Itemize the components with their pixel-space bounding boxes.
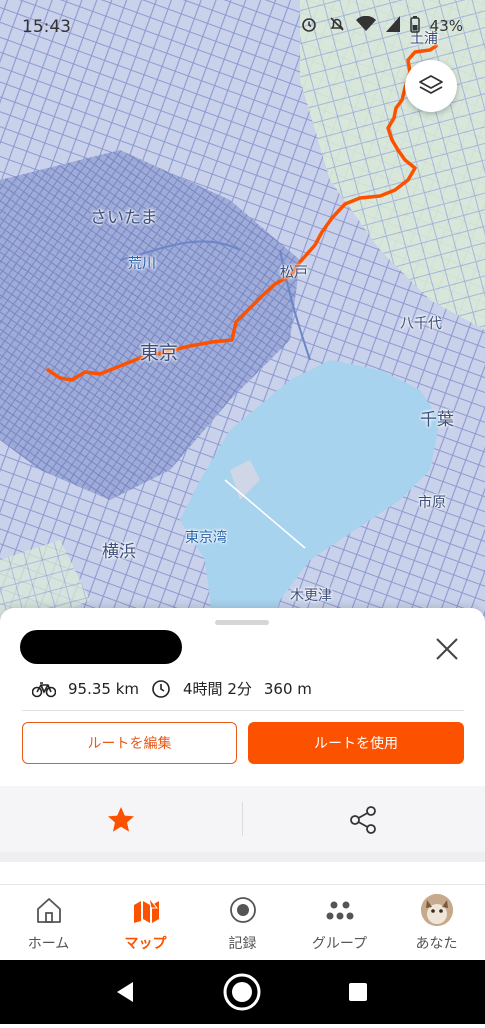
nav-home[interactable]: ホーム bbox=[0, 885, 97, 961]
mute-icon bbox=[328, 15, 346, 37]
signal-icon bbox=[385, 16, 400, 36]
back-icon[interactable] bbox=[117, 982, 133, 1002]
map-label-arakawa: 荒川 bbox=[128, 256, 156, 272]
map-label-kisarazu: 木更津 bbox=[290, 588, 332, 604]
bottom-nav: ホーム マップ 記録 グループ あなた bbox=[0, 884, 485, 961]
route-stats: 95.35 km 4時間 2分 360 m bbox=[32, 678, 312, 699]
edit-route-button[interactable]: ルートを編集 bbox=[22, 722, 237, 764]
bike-icon bbox=[32, 681, 56, 697]
route-detail-sheet[interactable]: 95.35 km 4時間 2分 360 m ルートを編集 ルートを使用 bbox=[0, 608, 485, 884]
action-separator bbox=[242, 802, 243, 836]
nav-home-label: ホーム bbox=[27, 936, 70, 952]
nav-record-label: 記録 bbox=[228, 936, 257, 952]
route-distance: 95.35 km bbox=[68, 679, 140, 698]
clock-icon bbox=[152, 679, 170, 698]
battery-percent: 43% bbox=[429, 17, 463, 35]
route-title-redacted bbox=[20, 630, 182, 664]
route-duration: 4時間 2分 bbox=[183, 680, 252, 698]
alarm-icon bbox=[300, 15, 318, 37]
layers-icon bbox=[419, 75, 443, 94]
nav-groups[interactable]: グループ bbox=[291, 885, 388, 961]
nav-map-label: マップ bbox=[124, 936, 167, 952]
close-button[interactable] bbox=[430, 632, 464, 666]
share-icon[interactable] bbox=[347, 804, 379, 836]
home-icon bbox=[37, 898, 61, 923]
close-icon bbox=[436, 638, 458, 660]
route-elevation: 360 m bbox=[263, 679, 312, 698]
status-time: 15:43 bbox=[22, 17, 71, 37]
map-label-matsudo: 松戸 bbox=[280, 265, 308, 281]
status-icons: 43% bbox=[300, 15, 463, 37]
record-icon bbox=[230, 897, 256, 923]
map-label-yokohama: 横浜 bbox=[102, 542, 136, 562]
map-label-tokyo: 東京 bbox=[140, 342, 179, 364]
battery-icon bbox=[409, 15, 420, 37]
section-divider bbox=[0, 852, 485, 862]
groups-icon bbox=[326, 901, 354, 920]
nav-map[interactable]: マップ bbox=[97, 885, 194, 961]
star-icon[interactable] bbox=[106, 805, 136, 835]
status-bar: 15:43 43% bbox=[0, 0, 485, 52]
map-label-saitama: さいたま bbox=[90, 208, 158, 228]
map-label-ichihara: 市原 bbox=[418, 495, 446, 511]
map-label-chiba: 千葉 bbox=[420, 410, 454, 430]
sheet-drag-handle[interactable] bbox=[215, 620, 269, 625]
map-label-tokyo-bay: 東京湾 bbox=[185, 530, 227, 546]
nav-you-label: あなた bbox=[415, 936, 458, 952]
system-nav-bar bbox=[0, 960, 485, 1024]
recents-icon[interactable] bbox=[349, 983, 367, 1001]
use-route-button[interactable]: ルートを使用 bbox=[248, 722, 464, 764]
action-row bbox=[0, 786, 485, 852]
map-icon bbox=[134, 897, 159, 923]
avatar bbox=[421, 894, 453, 926]
divider bbox=[22, 710, 464, 711]
nav-you[interactable]: あなた bbox=[388, 885, 485, 961]
map-layers-button[interactable] bbox=[405, 60, 457, 112]
wifi-icon bbox=[355, 15, 376, 36]
map-label-yachiyo: 八千代 bbox=[400, 316, 442, 332]
nav-groups-label: グループ bbox=[311, 936, 368, 952]
nav-record[interactable]: 記録 bbox=[194, 885, 291, 961]
